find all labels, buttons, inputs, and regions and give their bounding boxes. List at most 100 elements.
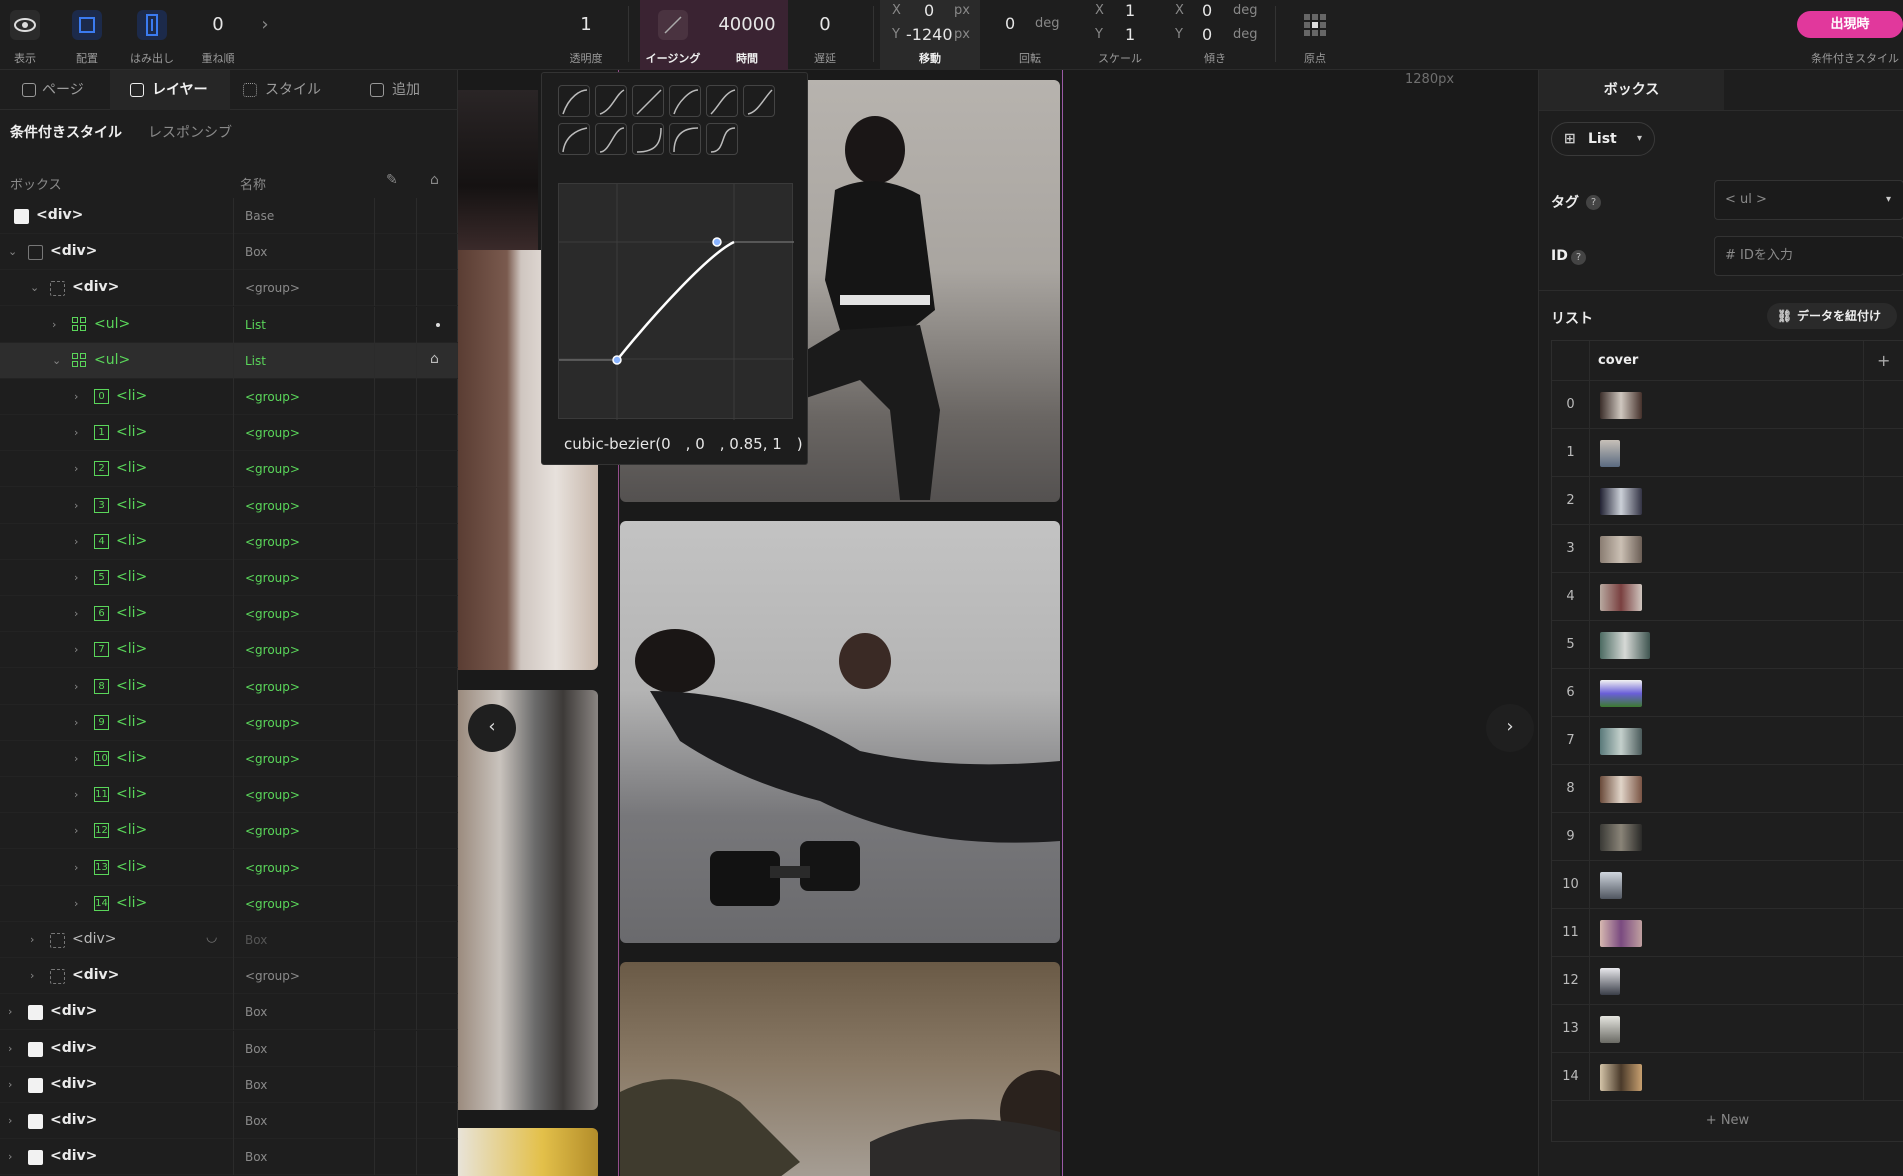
cover-thumbnail[interactable] <box>1600 872 1622 899</box>
layer-row[interactable]: › <div> <group> <box>0 958 458 995</box>
chevron-down-icon[interactable]: ⌄ <box>52 354 61 367</box>
list-item-row[interactable]: 6 <box>1552 669 1903 717</box>
scale-y-value[interactable]: 1 <box>1125 25 1135 44</box>
chevron-right-icon[interactable]: › <box>8 1114 12 1127</box>
layer-row[interactable]: › <div> Box <box>0 1066 458 1103</box>
chevron-right-icon[interactable]: › <box>74 897 78 910</box>
appear-state-button[interactable]: 出現時 <box>1797 11 1903 38</box>
subtab-conditional-style[interactable]: 条件付きスタイル <box>10 122 122 142</box>
animation-icon[interactable]: ⌂ <box>430 172 439 188</box>
tab-add[interactable]: 追加 <box>370 70 458 110</box>
cover-thumbnail[interactable] <box>1600 440 1620 467</box>
chevron-down-icon[interactable]: ⌄ <box>8 245 17 258</box>
cover-thumbnail[interactable] <box>1600 536 1642 563</box>
list-item-row[interactable]: 0 <box>1552 381 1903 429</box>
skew-control[interactable]: X 0 deg Y 0 deg 傾き <box>1165 0 1265 70</box>
scale-x-value[interactable]: 1 <box>1125 1 1135 20</box>
easing-preset-button[interactable] <box>632 85 664 117</box>
list-item-row[interactable]: 12 <box>1552 957 1903 1005</box>
rotate-control[interactable]: 0 deg 回転 <box>995 0 1065 70</box>
overflow-button[interactable]: はみ出し <box>124 0 180 70</box>
cover-thumbnail[interactable] <box>1600 728 1642 755</box>
layer-row[interactable]: › 8 <li> <group> <box>0 668 458 705</box>
component-type-dropdown[interactable]: ⊞ List ▾ <box>1551 122 1655 156</box>
layer-row[interactable]: › <div> Box <box>0 1030 458 1067</box>
move-x-value[interactable]: 0 <box>924 1 934 20</box>
tab-style[interactable]: スタイル <box>243 70 353 110</box>
skew-x-value[interactable]: 0 <box>1202 1 1212 20</box>
layer-row[interactable]: ⌄ <div> Box <box>0 234 458 271</box>
bezier-start-handle[interactable] <box>612 355 622 365</box>
chevron-right-icon[interactable]: › <box>74 824 78 837</box>
chevron-right-icon[interactable]: › <box>74 607 78 620</box>
easing-preset-button[interactable] <box>706 123 738 155</box>
list-item-row[interactable]: 5 <box>1552 621 1903 669</box>
chevron-right-icon[interactable]: › <box>74 499 78 512</box>
layer-row[interactable]: <div> Base <box>0 198 458 234</box>
cover-thumbnail[interactable] <box>1600 1064 1642 1091</box>
cover-thumbnail[interactable] <box>1600 776 1642 803</box>
scale-control[interactable]: X 1 Y 1 スケール <box>1085 0 1155 70</box>
toolbar-more-button[interactable]: › <box>255 0 275 70</box>
skew-y-value[interactable]: 0 <box>1202 25 1212 44</box>
duration-control[interactable]: 40000 時間 <box>706 0 788 70</box>
chevron-right-icon[interactable]: › <box>74 426 78 439</box>
layer-row[interactable]: › 4 <li> <group> <box>0 523 458 560</box>
move-control[interactable]: X 0 px Y -1240 px 移動 <box>880 0 980 70</box>
easing-preset-button[interactable] <box>669 85 701 117</box>
chevron-right-icon[interactable]: › <box>74 716 78 729</box>
easing-preset-button[interactable] <box>669 123 701 155</box>
easing-preset-button[interactable] <box>632 123 664 155</box>
list-item-row[interactable]: 7 <box>1552 717 1903 765</box>
cover-thumbnail[interactable] <box>1600 488 1642 515</box>
opacity-control[interactable]: 1 透明度 <box>560 0 612 70</box>
tag-select[interactable]: < ul > ▾ <box>1714 180 1903 220</box>
list-item-row[interactable]: 9 <box>1552 813 1903 861</box>
list-item-row[interactable]: 2 <box>1552 477 1903 525</box>
help-icon[interactable]: ? <box>1586 195 1601 210</box>
chevron-right-icon[interactable]: › <box>74 861 78 874</box>
chevron-right-icon[interactable]: › <box>74 680 78 693</box>
layer-row[interactable]: › 6 <li> <group> <box>0 596 458 633</box>
easing-preset-button[interactable] <box>558 85 590 117</box>
layer-row[interactable]: › 1 <li> <group> <box>0 415 458 452</box>
move-y-value[interactable]: -1240 <box>906 25 953 44</box>
cover-thumbnail[interactable] <box>1600 1016 1620 1043</box>
layer-row[interactable]: › 5 <li> <group> <box>0 560 458 596</box>
chevron-right-icon[interactable]: › <box>30 933 34 946</box>
list-item-row[interactable]: 11 <box>1552 909 1903 957</box>
list-item-row[interactable]: 8 <box>1552 765 1903 813</box>
cover-thumbnail[interactable] <box>1600 968 1620 995</box>
subtab-responsive[interactable]: レスポンシブ <box>148 122 232 142</box>
bezier-curve-editor[interactable] <box>558 183 794 420</box>
layer-row[interactable]: › 14 <li> <group> <box>0 885 458 922</box>
easing-button[interactable]: イージング <box>640 0 706 70</box>
layer-row[interactable]: › 3 <li> <group> <box>0 487 458 524</box>
chevron-right-icon[interactable]: › <box>52 318 56 331</box>
easing-preset-button[interactable] <box>743 85 775 117</box>
chevron-right-icon[interactable]: › <box>74 390 78 403</box>
layer-row[interactable]: ⌄ <div> <group> <box>0 270 458 307</box>
bezier-value-text[interactable]: cubic-bezier(0 , 0 , 0.85, 1 ) <box>564 433 803 454</box>
list-item-row[interactable]: 4 <box>1552 573 1903 621</box>
hidden-eye-icon[interactable]: ◡ <box>206 930 217 945</box>
carousel-next-button[interactable]: › <box>1486 704 1534 752</box>
chevron-right-icon[interactable]: › <box>74 788 78 801</box>
arrange-button[interactable]: 配置 <box>60 0 114 70</box>
tab-layers[interactable]: レイヤー <box>110 70 230 110</box>
list-item-row[interactable]: 1 <box>1552 429 1903 477</box>
add-new-item-button[interactable]: + New <box>1552 1101 1903 1141</box>
bezier-control-handle[interactable] <box>712 237 722 247</box>
cover-thumbnail[interactable] <box>1600 632 1650 659</box>
layer-row[interactable]: › <div> Box <box>0 1103 458 1139</box>
layer-row[interactable]: › 7 <li> <group> <box>0 632 458 669</box>
add-column-button[interactable]: + <box>1877 351 1890 370</box>
layer-row[interactable]: › <div> Box <box>0 994 458 1031</box>
easing-preset-button[interactable] <box>706 85 738 117</box>
cover-thumbnail[interactable] <box>1600 584 1642 611</box>
origin-button[interactable]: 原点 <box>1290 0 1340 70</box>
chevron-right-icon[interactable]: › <box>74 571 78 584</box>
cover-thumbnail[interactable] <box>1600 824 1642 851</box>
layer-row[interactable]: › 2 <li> <group> <box>0 451 458 488</box>
list-item-row[interactable]: 14 <box>1552 1053 1903 1101</box>
